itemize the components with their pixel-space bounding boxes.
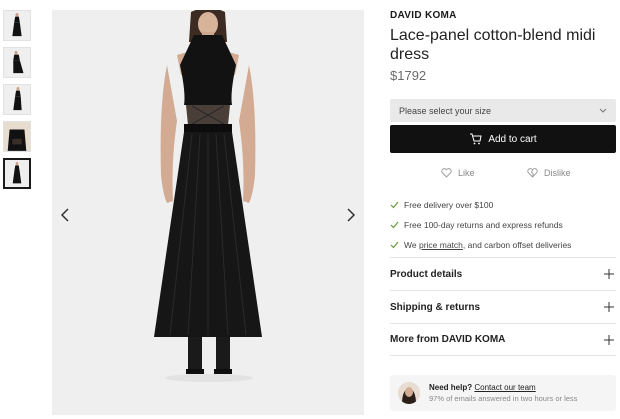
product-info: DAVID KOMA Lace-panel cotton-blend midi … [390,10,616,83]
previous-image-button[interactable] [55,203,75,227]
check-icon [390,241,399,249]
product-title: Lace-panel cotton-blend midi dress [390,27,596,63]
support-agent-avatar [398,382,420,404]
chevron-left-icon [60,208,69,222]
dress-thumbnail-image [12,161,22,184]
help-question-line: Need help? Contact our team [429,383,577,392]
perk-text-suffix: , and carbon offset deliveries [462,240,572,250]
accordion-label: Shipping & returns [390,301,480,313]
help-text: Need help? Contact our team 97% of email… [429,383,577,403]
chevron-down-icon [599,108,607,113]
help-panel: Need help? Contact our team 97% of email… [390,375,616,411]
next-image-button[interactable] [341,203,361,227]
plus-icon [604,269,614,279]
perk-price-match: We price match, and carbon offset delive… [390,235,616,255]
heart-icon [441,168,452,178]
thumbnail-3[interactable] [3,84,31,115]
product-price: $1792 [390,68,427,83]
plus-icon [604,302,614,312]
more-from-brand-accordion[interactable]: More from DAVID KOMA [390,323,616,356]
chevron-right-icon [347,208,356,222]
perk-text: Free delivery over $100 [404,200,494,210]
dress-thumbnail-image [12,12,22,37]
dislike-label: Dislike [544,168,571,178]
accordion-label: More from DAVID KOMA [390,334,506,345]
like-label: Like [458,168,475,178]
check-icon [390,201,399,209]
size-select[interactable]: Please select your size [390,99,616,122]
contact-team-link[interactable]: Contact our team [474,383,535,392]
cart-icon [470,133,482,145]
add-to-cart-label: Add to cart [488,133,537,145]
brand-name[interactable]: DAVID KOMA [390,10,616,24]
plus-icon [604,334,614,345]
thumbnail-2[interactable] [3,47,31,78]
check-icon [390,221,399,229]
help-subtext: 97% of emails answered in two hours or l… [429,394,578,403]
thumbnail-4[interactable] [3,121,31,152]
main-product-image [52,10,364,415]
like-button[interactable]: Like [441,168,475,178]
perks-list: Free delivery over $100 Free 100-day ret… [390,195,616,255]
price-match-link[interactable]: price match [419,240,463,250]
dress-detail-thumbnail-image [4,122,30,151]
broken-heart-icon [527,168,538,178]
perk-free-returns: Free 100-day returns and express refunds [390,215,616,235]
help-question: Need help? [429,383,473,392]
shipping-returns-accordion[interactable]: Shipping & returns [390,290,616,323]
thumbnail-5-active[interactable] [3,158,31,189]
thumbnail-list [3,10,33,195]
perk-free-delivery: Free delivery over $100 [390,195,616,215]
accordion-label: Product details [390,268,463,280]
support-agent-avatar-image [398,382,420,404]
dislike-button[interactable]: Dislike [527,168,571,178]
model-wearing-dress-image [154,10,262,382]
size-select-placeholder: Please select your size [399,105,492,116]
thumbnail-1[interactable] [3,10,31,41]
perk-text: Free 100-day returns and express refunds [404,220,563,230]
dress-thumbnail-image [13,86,22,111]
add-to-cart-button[interactable]: Add to cart [390,125,616,153]
product-details-accordion[interactable]: Product details [390,257,616,290]
perk-text-prefix: We [404,240,419,250]
dress-thumbnail-image [13,50,24,74]
